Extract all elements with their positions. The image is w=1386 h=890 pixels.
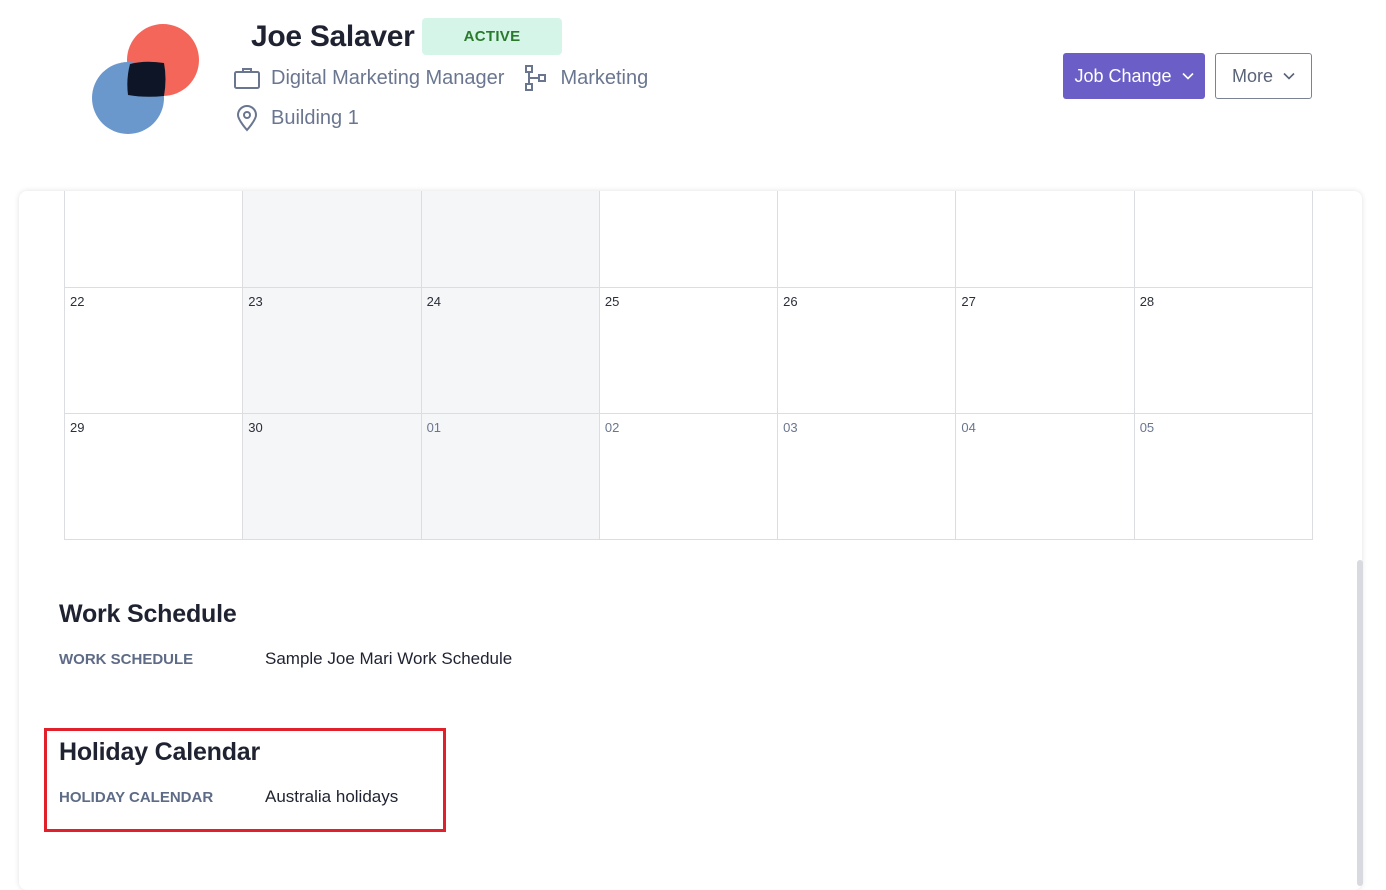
calendar-day[interactable]: 25 (598, 286, 779, 414)
calendar-day[interactable]: 27 (955, 286, 1135, 414)
calendar-day[interactable]: 30 (242, 412, 422, 540)
scrollbar-thumb[interactable] (1357, 560, 1363, 886)
work-schedule-value: Sample Joe Mari Work Schedule (265, 649, 513, 668)
calendar-day[interactable] (242, 191, 422, 288)
location-name: Building 1 (271, 106, 359, 129)
employee-name: Joe Salaver (251, 20, 415, 53)
day-number: 05 (1139, 419, 1155, 435)
calendar-week-row: 22 23 24 25 26 27 28 (63, 286, 1314, 414)
calendar-day[interactable]: 04 (955, 412, 1135, 540)
work-schedule-label: WORK SCHEDULE (59, 651, 194, 668)
day-number: 03 (783, 419, 798, 435)
chevron-down-icon (1283, 72, 1295, 80)
calendar-day[interactable]: 28 (1133, 286, 1314, 414)
job-change-button[interactable]: Job Change (1063, 53, 1205, 99)
org-chart-icon (525, 65, 547, 91)
map-pin-icon (236, 105, 258, 132)
month-calendar: 22 23 24 25 26 27 28 29 30 01 02 03 04 0… (63, 191, 1314, 540)
day-number: 04 (961, 419, 976, 435)
day-number: 28 (1139, 293, 1155, 309)
job-title: Digital Marketing Manager (271, 66, 505, 89)
highlight-box (44, 728, 446, 832)
calendar-day[interactable] (598, 191, 779, 288)
calendar-day[interactable] (777, 191, 957, 288)
day-number: 24 (426, 293, 442, 309)
calendar-day[interactable]: 01 (420, 412, 600, 540)
day-number: 26 (783, 293, 798, 309)
calendar-day[interactable]: 05 (1133, 412, 1314, 540)
calendar-day[interactable]: 23 (242, 286, 422, 414)
day-number: 01 (426, 419, 442, 435)
status-badge: ACTIVE (422, 18, 562, 55)
location-row: Building 1 (233, 104, 359, 132)
calendar-week-row (63, 191, 1314, 288)
day-number: 23 (248, 293, 263, 309)
more-button[interactable]: More (1215, 53, 1312, 99)
calendar-day[interactable] (420, 191, 600, 288)
day-number: 02 (604, 419, 620, 435)
more-label: More (1231, 65, 1273, 86)
day-number: 30 (248, 419, 263, 435)
day-number: 22 (70, 293, 85, 309)
work-schedule-title: Work Schedule (59, 600, 237, 628)
day-number: 27 (961, 293, 976, 309)
day-number: 25 (604, 293, 620, 309)
briefcase-icon (234, 68, 260, 89)
calendar-day[interactable] (1133, 191, 1314, 288)
calendar-day[interactable]: 03 (777, 412, 957, 540)
calendar-day[interactable]: 02 (598, 412, 779, 540)
job-change-label: Job Change (1074, 65, 1172, 86)
calendar-day[interactable]: 24 (420, 286, 600, 414)
calendar-day[interactable]: 22 (63, 286, 244, 414)
company-logo (92, 24, 199, 134)
job-info-row: Digital Marketing Manager Marketing (233, 64, 648, 92)
calendar-day[interactable]: 29 (63, 412, 244, 540)
calendar-day[interactable] (63, 191, 244, 288)
department-name: Marketing (560, 66, 649, 89)
profile-header: Joe Salaver ACTIVE Digital Marketing Man… (0, 0, 1386, 190)
calendar-day[interactable] (955, 191, 1135, 288)
chevron-down-icon (1181, 72, 1194, 80)
day-number: 29 (70, 419, 85, 435)
calendar-day[interactable]: 26 (777, 286, 957, 414)
calendar-week-row: 29 30 01 02 03 04 05 (63, 412, 1314, 540)
department: Marketing (522, 64, 648, 92)
